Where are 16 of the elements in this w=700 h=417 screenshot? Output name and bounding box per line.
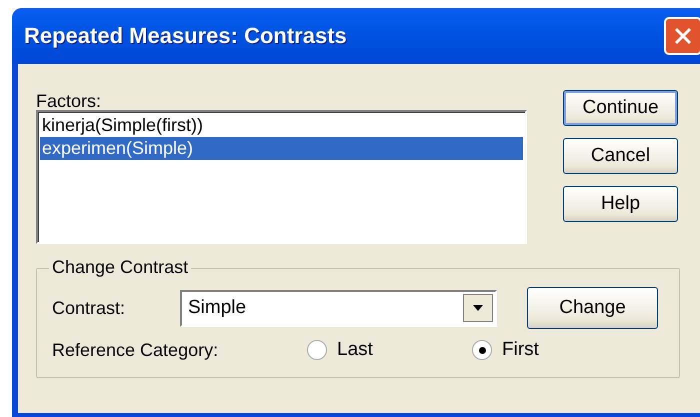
change-button[interactable]: Change	[527, 287, 658, 329]
factor-item[interactable]: kinerja(Simple(first))	[40, 114, 523, 137]
factors-label: Factors:	[36, 90, 102, 112]
reference-category-label: Reference Category:	[52, 340, 220, 360]
close-icon	[672, 25, 694, 47]
factor-item[interactable]: experimen(Simple)	[40, 137, 523, 160]
radio-option[interactable]: First	[472, 339, 637, 361]
contrast-label: Contrast:	[52, 298, 126, 318]
group-title: Change Contrast	[49, 257, 192, 278]
dialog-button[interactable]: Cancel	[563, 138, 678, 174]
contrast-dropdown[interactable]: Simple	[180, 290, 497, 326]
window-title: Repeated Measures: Contrasts	[24, 23, 347, 49]
dialog-button[interactable]: Help	[563, 186, 678, 222]
close-button[interactable]	[664, 17, 700, 55]
dialog-button[interactable]: Continue	[563, 90, 678, 126]
radio-option[interactable]: Last	[307, 339, 472, 361]
